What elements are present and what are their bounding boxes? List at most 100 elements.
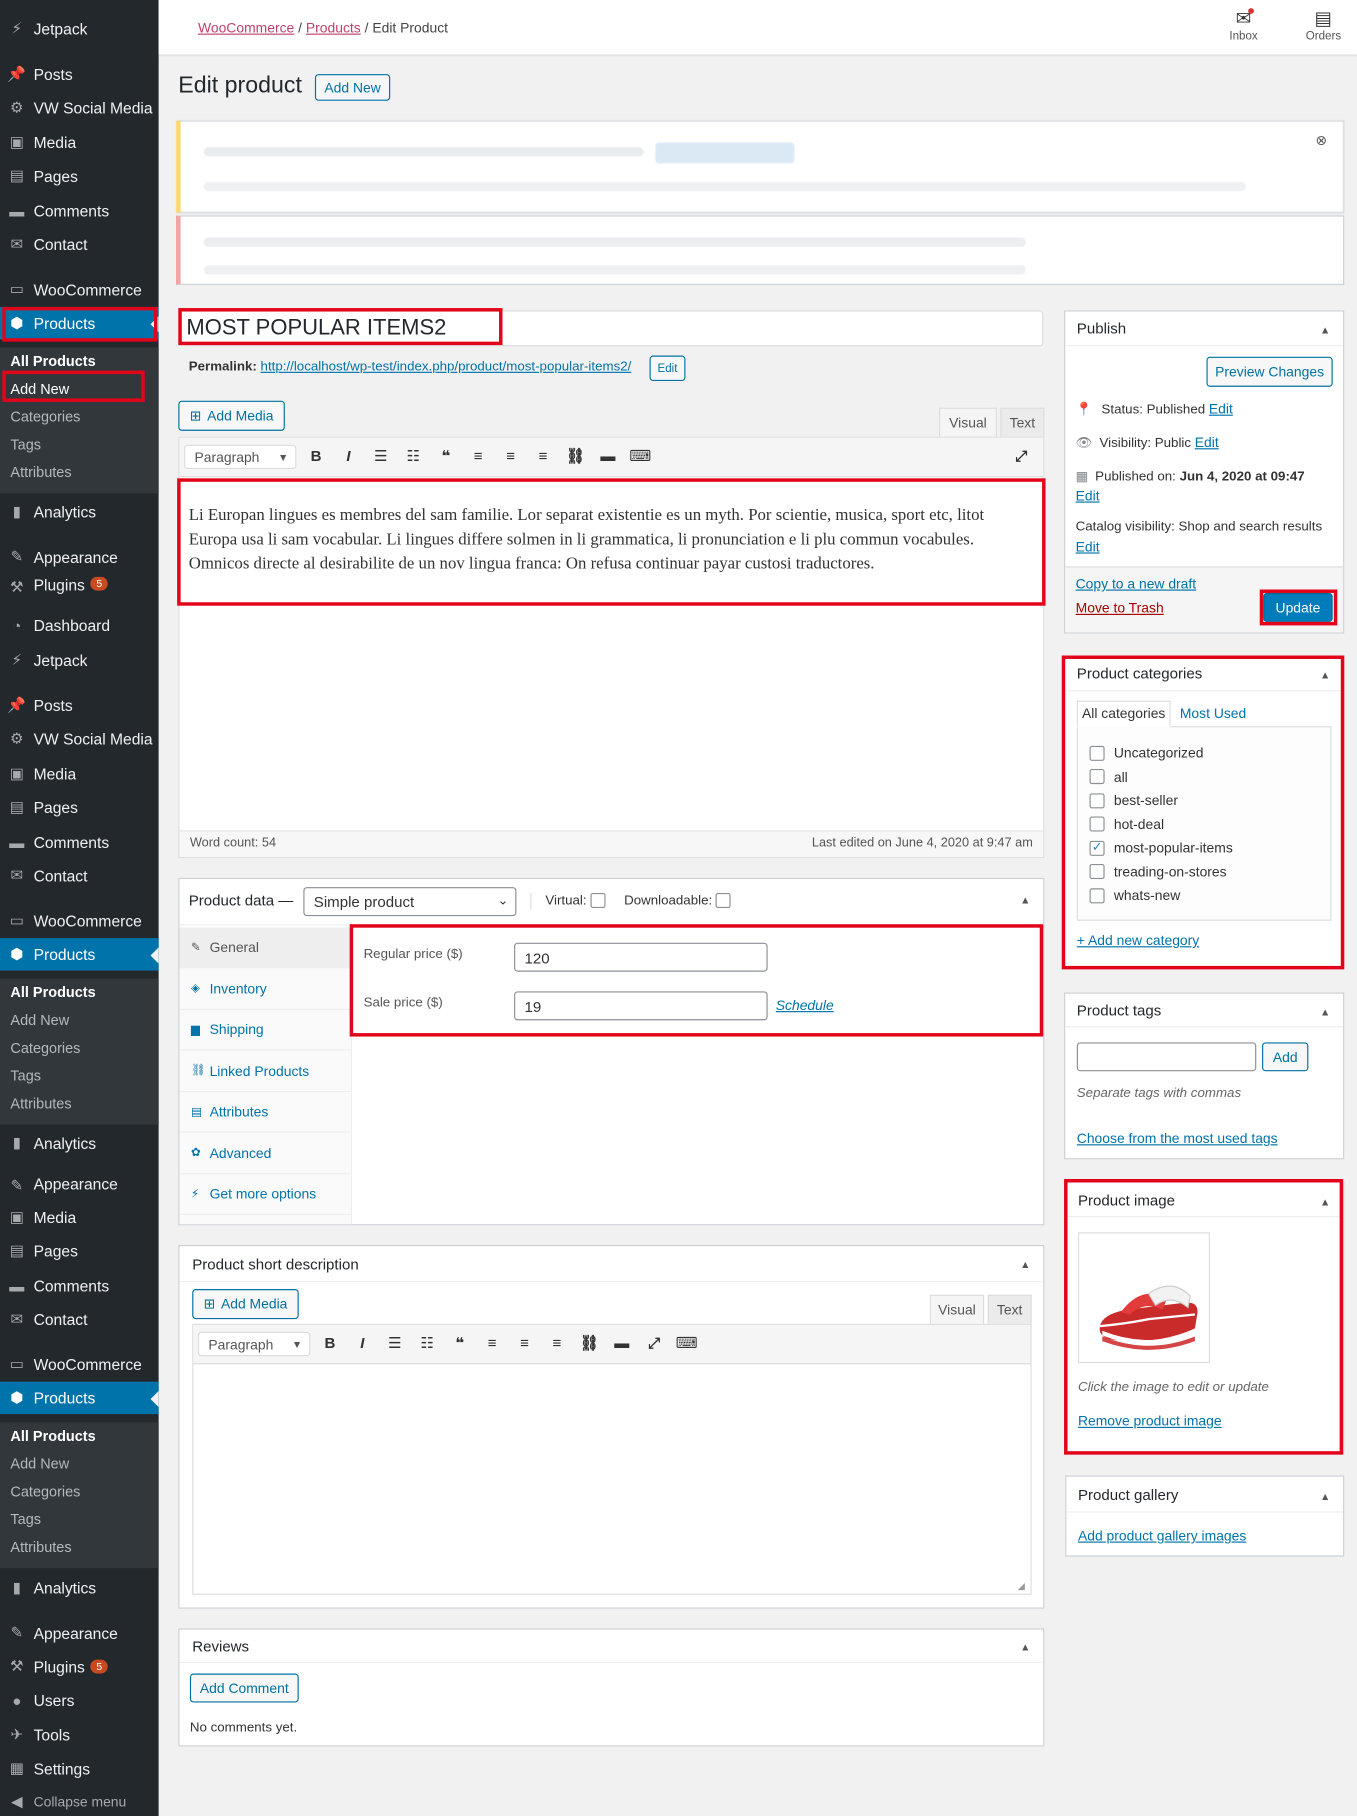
sidebar-item-appearance-3[interactable]: ✎ Appearance: [0, 1617, 159, 1649]
bold-icon[interactable]: B: [303, 447, 328, 466]
tag-input[interactable]: [1076, 1042, 1257, 1072]
product-tab-get-more-options[interactable]: ⚡ Get more options: [179, 1174, 351, 1215]
sidebar-item-contact-2[interactable]: ✉ Contact: [0, 859, 159, 891]
visibility-edit-link[interactable]: Edit: [1195, 434, 1219, 450]
sidebar-item-media-2[interactable]: ▣ Media: [0, 757, 159, 789]
sidebar-item-tools[interactable]: ✈ Tools: [0, 1719, 159, 1751]
sidebar-item-plugins[interactable]: ⚒ Plugins 5: [0, 1650, 159, 1682]
preview-changes-button[interactable]: Preview Changes: [1206, 356, 1333, 387]
submenu-add-new-3[interactable]: Add New: [0, 1450, 159, 1478]
breadcrumb-products[interactable]: Products: [306, 20, 361, 36]
submenu-categories-3[interactable]: Categories: [0, 1478, 159, 1506]
sidebar-item-analytics[interactable]: ▮ Analytics: [0, 496, 159, 528]
sidebar-item-posts[interactable]: 📌 Posts: [0, 58, 159, 90]
sidebar-item-pages[interactable]: ▤ Pages: [0, 160, 159, 192]
short-desc-add-media-button[interactable]: ⊞ Add Media: [192, 1289, 299, 1320]
submenu-categories[interactable]: Categories: [0, 403, 159, 431]
align-right-icon[interactable]: ≡: [530, 447, 555, 466]
virtual-checkbox[interactable]: [590, 892, 606, 908]
permalink-link[interactable]: http://localhost/wp-test/index.php/produ…: [261, 360, 632, 374]
product-tab-general[interactable]: ✎ General: [179, 927, 351, 969]
fullscreen-icon[interactable]: ⤢: [1008, 447, 1033, 466]
product-tab-shipping[interactable]: ▆ Shipping: [179, 1010, 351, 1051]
product-type-select[interactable]: Simple product ⌄: [303, 887, 517, 917]
add-comment-button[interactable]: Add Comment: [189, 1673, 299, 1703]
sidebar-item-pages-2[interactable]: ▤ Pages: [0, 791, 159, 823]
italic-icon[interactable]: I: [350, 1334, 375, 1353]
align-left-icon[interactable]: ≡: [465, 447, 490, 466]
toolbar-toggle-icon[interactable]: ⌨: [674, 1334, 699, 1353]
collapse-arrow-icon[interactable]: ▲: [1020, 1259, 1030, 1271]
collapse-arrow-icon[interactable]: ▲: [1020, 1641, 1030, 1653]
orders-button[interactable]: ▤ Orders: [1294, 9, 1352, 43]
sidebar-item-dashboard[interactable]: ◔ Dashboard: [0, 609, 159, 641]
submenu-categories-2[interactable]: Categories: [0, 1034, 159, 1062]
link-icon[interactable]: ⛓: [577, 1334, 602, 1353]
sidebar-item-jetpack-2[interactable]: ⚡ Jetpack: [0, 644, 159, 676]
numbered-list-icon[interactable]: ☷: [401, 447, 426, 466]
submenu-attributes-2[interactable]: Attributes: [0, 1090, 159, 1118]
submenu-tags-3[interactable]: Tags: [0, 1506, 159, 1534]
downloadable-checkbox[interactable]: [715, 892, 731, 908]
submenu-all-products-3[interactable]: All Products: [0, 1422, 159, 1450]
collapse-arrow-icon[interactable]: ▲: [1320, 1491, 1330, 1503]
sidebar-item-vw-social-2[interactable]: ⚙ VW Social Media: [0, 723, 159, 755]
numbered-list-icon[interactable]: ☷: [415, 1334, 440, 1353]
submenu-add-new-2[interactable]: Add New: [0, 1006, 159, 1034]
sidebar-item-woocommerce[interactable]: ▭ WooCommerce: [0, 273, 159, 305]
sidebar-item-media[interactable]: ▣ Media: [0, 126, 159, 158]
add-tag-button[interactable]: Add: [1262, 1042, 1309, 1072]
dismiss-notice-icon[interactable]: ⊗: [1315, 132, 1327, 148]
sidebar-item-vw-social[interactable]: ⚙ VW Social Media: [0, 91, 159, 123]
align-center-icon[interactable]: ≡: [498, 447, 523, 466]
tab-all-categories[interactable]: All categories: [1076, 700, 1171, 728]
toolbar-toggle-icon[interactable]: ⌨: [628, 447, 653, 466]
collapse-arrow-icon[interactable]: ▲: [1320, 1006, 1330, 1018]
catalog-edit-link[interactable]: Edit: [1076, 539, 1100, 555]
blockquote-icon[interactable]: ❝: [447, 1334, 472, 1353]
permalink-edit-button[interactable]: Edit: [649, 355, 686, 382]
sidebar-item-users[interactable]: ● Users: [0, 1684, 159, 1716]
sidebar-item-pages-3[interactable]: ▤ Pages: [0, 1235, 159, 1267]
tab-text[interactable]: Text: [1000, 407, 1045, 437]
sidebar-item-jetpack[interactable]: ⚡ Jetpack: [0, 13, 159, 45]
short-desc-editor-frame[interactable]: [192, 1323, 1032, 1595]
sidebar-item-settings[interactable]: ▦ Settings: [0, 1752, 159, 1784]
move-trash-link[interactable]: Move to Trash: [1076, 600, 1164, 616]
submenu-tags[interactable]: Tags: [0, 431, 159, 459]
align-center-icon[interactable]: ≡: [512, 1334, 537, 1353]
sidebar-item-media-3[interactable]: ▣ Media: [0, 1201, 159, 1233]
resize-handle-icon[interactable]: ◢: [1018, 1581, 1025, 1591]
sidebar-item-analytics-3[interactable]: ▮ Analytics: [0, 1572, 159, 1604]
status-edit-link[interactable]: Edit: [1209, 401, 1233, 417]
blockquote-icon[interactable]: ❝: [433, 447, 458, 466]
sidebar-item-contact[interactable]: ✉ Contact: [0, 228, 159, 260]
italic-icon[interactable]: I: [336, 447, 361, 466]
submenu-tags-2[interactable]: Tags: [0, 1062, 159, 1090]
product-tab-inventory[interactable]: ◈ Inventory: [179, 969, 351, 1010]
inbox-button[interactable]: ✉ Inbox: [1215, 9, 1273, 43]
short-desc-paragraph-select[interactable]: Paragraph ▼: [197, 1331, 311, 1357]
sidebar-item-products-3[interactable]: ⬢ Products: [0, 1381, 159, 1415]
align-left-icon[interactable]: ≡: [479, 1334, 504, 1353]
add-gallery-images-link[interactable]: Add product gallery images: [1078, 1528, 1246, 1544]
sidebar-collapse-menu[interactable]: ◀ Collapse menu: [0, 1786, 159, 1816]
add-new-button[interactable]: Add New: [314, 74, 391, 101]
paragraph-select[interactable]: Paragraph ▼: [184, 444, 297, 470]
choose-tags-link[interactable]: Choose from the most used tags: [1077, 1130, 1278, 1146]
sidebar-item-woocommerce-3[interactable]: ▭ WooCommerce: [0, 1348, 159, 1380]
read-more-icon[interactable]: ▬: [595, 447, 620, 466]
sidebar-item-comments-2[interactable]: ▬ Comments: [0, 826, 159, 858]
sidebar-item-products-2[interactable]: ⬢ Products: [0, 938, 159, 971]
sidebar-item-appearance-clipped[interactable]: ✎ Appearance: [0, 1176, 159, 1195]
sidebar-item-analytics-2[interactable]: ▮ Analytics: [0, 1127, 159, 1159]
submenu-attributes[interactable]: Attributes: [0, 459, 159, 487]
add-media-button[interactable]: ⊞ Add Media: [178, 400, 285, 431]
breadcrumb-woocommerce[interactable]: WooCommerce: [198, 20, 294, 36]
tab-visual[interactable]: Visual: [939, 407, 997, 437]
sidebar-item-contact-3[interactable]: ✉ Contact: [0, 1303, 159, 1335]
collapse-arrow-icon[interactable]: ▲: [1020, 894, 1030, 906]
link-icon[interactable]: ⛓: [563, 447, 588, 466]
copy-draft-link[interactable]: Copy to a new draft: [1076, 576, 1196, 592]
published-edit-link[interactable]: Edit: [1076, 488, 1100, 504]
